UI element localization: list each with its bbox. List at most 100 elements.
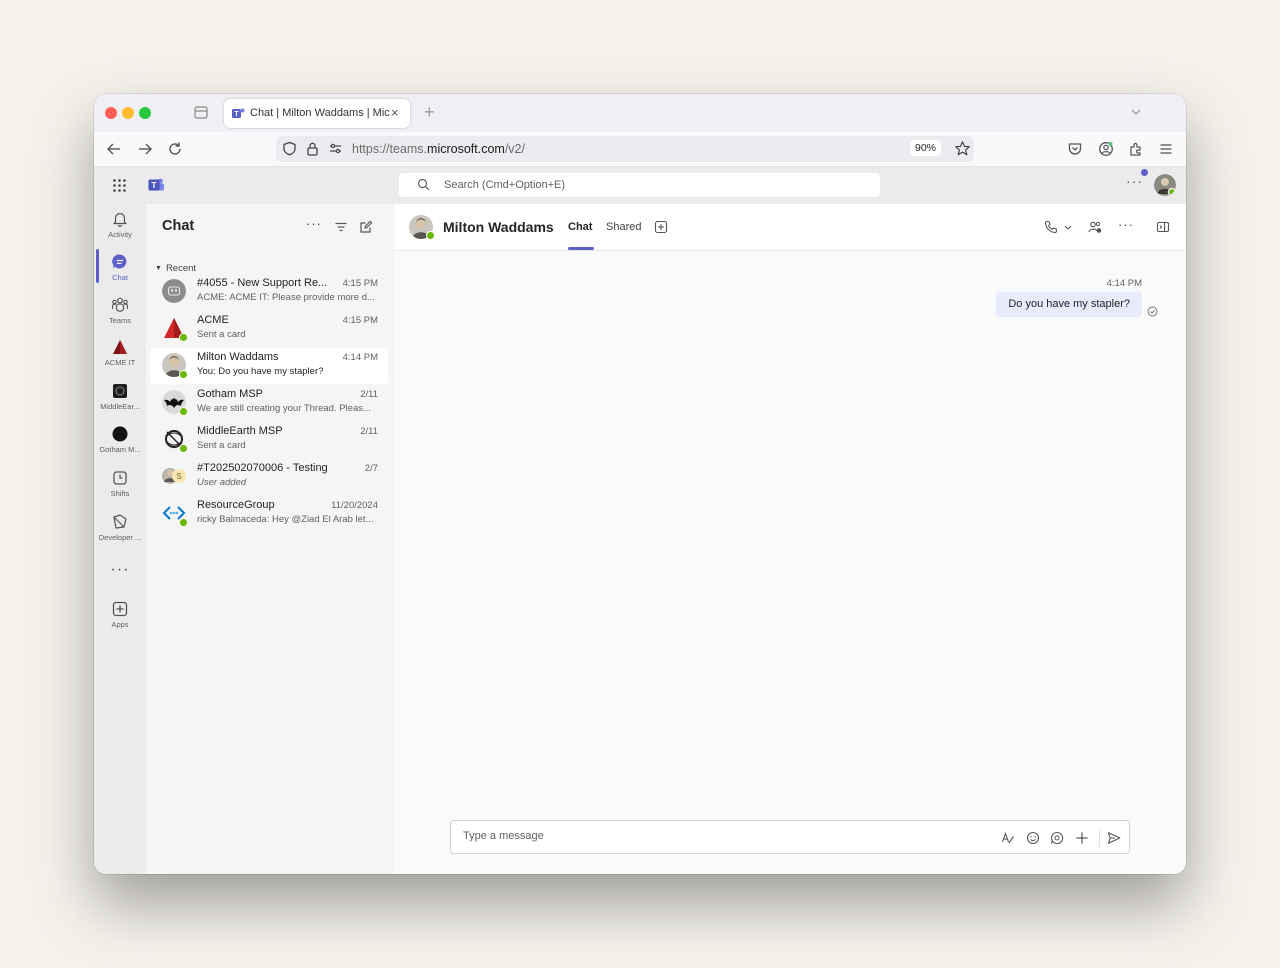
emoji-icon[interactable] — [1026, 831, 1040, 845]
close-window-button[interactable] — [105, 107, 117, 119]
tab-shared[interactable]: Shared — [606, 221, 641, 233]
loop-component-icon[interactable] — [1050, 831, 1064, 845]
chat-name: ACME — [197, 314, 229, 326]
presence-available-icon — [179, 407, 188, 416]
new-chat-icon[interactable] — [359, 220, 373, 234]
chat-icon — [112, 254, 127, 269]
chat-more-options-button[interactable]: ··· — [306, 216, 322, 231]
forward-arrow-icon[interactable] — [137, 141, 153, 157]
send-icon[interactable] — [1107, 831, 1121, 845]
chat-preview: ACME: ACME IT: Please provide more d... — [197, 292, 375, 303]
extensions-icon[interactable] — [1128, 141, 1144, 157]
recent-section-header[interactable]: ▼ Recent — [155, 263, 196, 274]
svg-text:T: T — [234, 111, 239, 118]
active-tab-indicator — [568, 247, 594, 250]
reload-icon[interactable] — [167, 141, 183, 157]
rail-item-shifts[interactable]: Shifts — [94, 469, 146, 498]
chat-list-item[interactable]: ACME 4:15 PM Sent a card — [150, 311, 388, 347]
chat-list-item-selected[interactable]: Milton Waddams 4:14 PM You: Do you have … — [150, 348, 388, 384]
browser-tab-active[interactable]: T Chat | Milton Waddams | Microsoft Team… — [224, 99, 410, 128]
chat-preview: Sent a card — [197, 329, 246, 340]
chat-list-item[interactable]: ResourceGroup 11/20/2024 ricky Balmaceda… — [150, 496, 388, 532]
format-icon[interactable] — [1001, 831, 1015, 845]
teams-icon — [111, 297, 129, 312]
search-box[interactable]: Search (Cmd+Option+E) — [399, 173, 880, 197]
rail-item-apps[interactable]: Apps — [94, 600, 146, 629]
conversation-pane: Milton Waddams Chat Shared ··· 4:14 PM D… — [394, 204, 1186, 874]
rail-item-gotham[interactable]: Gotham M... — [94, 425, 146, 454]
chat-time: 4:14 PM — [342, 352, 378, 363]
filter-icon[interactable] — [334, 220, 348, 234]
chat-name: #4055 - New Support Re... — [197, 277, 328, 289]
developer-icon — [113, 514, 127, 529]
add-tab-icon[interactable] — [654, 220, 668, 234]
zoom-level-badge[interactable]: 90% — [910, 140, 942, 156]
pocket-icon[interactable] — [1067, 141, 1083, 157]
chat-name: #T202502070006 - Testing — [197, 462, 328, 474]
shifts-icon — [113, 471, 127, 485]
rail-item-label: Chat — [112, 273, 128, 282]
hamburger-menu-icon[interactable] — [1158, 141, 1174, 157]
more-apps-button[interactable]: ··· — [94, 561, 146, 579]
message-bubble[interactable]: Do you have my stapler? — [996, 292, 1142, 317]
address-bar[interactable]: https://teams.microsoft.com/v2/ 90% — [276, 136, 974, 162]
chat-name: ResourceGroup — [197, 499, 275, 511]
chat-list-item[interactable]: Gotham MSP 2/11 We are still creating yo… — [150, 385, 388, 421]
recent-label: Recent — [165, 263, 197, 274]
rail-item-label: Activity — [108, 230, 132, 239]
chevron-down-icon[interactable] — [1130, 106, 1142, 118]
plus-icon[interactable] — [1075, 831, 1089, 845]
rail-item-middleearth[interactable]: MiddleEar... — [94, 382, 146, 411]
chevron-down-icon[interactable] — [1063, 220, 1073, 234]
rail-item-teams[interactable]: Teams — [94, 296, 146, 325]
chat-preview: ricky Balmaceda: Hey @Ziad El Arab let..… — [197, 514, 374, 525]
chat-list-item[interactable]: MiddleEarth MSP 2/11 Sent a card — [150, 422, 388, 458]
message-composer[interactable] — [450, 820, 1130, 854]
account-icon[interactable] — [1098, 141, 1114, 157]
tab-chat[interactable]: Chat — [568, 221, 592, 233]
open-side-panel-icon[interactable] — [1156, 220, 1170, 234]
maximize-window-button[interactable] — [139, 107, 151, 119]
close-tab-icon[interactable]: × — [391, 105, 399, 120]
site-permissions-icon[interactable] — [328, 141, 343, 156]
group-photo: S — [162, 468, 186, 484]
bell-icon — [113, 212, 127, 227]
message-input[interactable] — [461, 829, 985, 843]
rail-item-label: Developer ... — [98, 533, 142, 542]
sent-check-icon — [1147, 306, 1158, 317]
navigation-bar: https://teams.microsoft.com/v2/ 90% — [94, 132, 1186, 167]
settings-more-button[interactable]: ··· — [1126, 173, 1143, 189]
chat-time: 4:15 PM — [342, 315, 378, 326]
minimize-window-button[interactable] — [122, 107, 134, 119]
chat-list-item[interactable]: S #T202502070006 - Testing 2/7 User adde… — [150, 459, 388, 495]
chat-name: Gotham MSP — [197, 388, 264, 400]
chat-time: 2/11 — [360, 389, 378, 400]
people-settings-icon[interactable] — [1088, 220, 1102, 234]
shield-icon[interactable] — [282, 141, 297, 156]
rail-item-chat[interactable]: Chat — [94, 253, 146, 282]
chat-name: Milton Waddams — [197, 351, 279, 363]
app-rail: Activity Chat Teams ACME IT MiddleEar...… — [94, 204, 146, 874]
back-arrow-icon[interactable] — [106, 141, 122, 157]
contact-name[interactable]: Milton Waddams — [443, 219, 554, 235]
chat-preview: User added — [197, 477, 247, 488]
bookmark-star-icon[interactable] — [954, 140, 971, 157]
presence-available-icon — [426, 231, 435, 240]
user-avatar[interactable] — [1154, 174, 1176, 196]
tab-list-icon[interactable] — [194, 106, 208, 119]
browser-tab-title: Chat | Milton Waddams | Microsoft Teams — [250, 107, 390, 119]
rail-item-label: ACME IT — [104, 358, 136, 367]
rail-item-acme-it[interactable]: ACME IT — [94, 338, 146, 367]
new-tab-button[interactable]: + — [424, 102, 435, 123]
rail-item-activity[interactable]: Activity — [94, 210, 146, 239]
conversation-more-button[interactable]: ··· — [1118, 217, 1134, 232]
app-launcher-icon[interactable] — [112, 178, 127, 193]
rail-item-developer[interactable]: Developer ... — [94, 513, 146, 542]
phone-icon[interactable] — [1044, 220, 1058, 234]
search-placeholder: Search (Cmd+Option+E) — [444, 179, 566, 191]
browser-window: T Chat | Milton Waddams | Microsoft Team… — [94, 94, 1186, 874]
rail-item-label: Shifts — [110, 489, 130, 498]
url-text[interactable]: https://teams.microsoft.com/v2/ — [352, 142, 525, 156]
chat-list-item[interactable]: #4055 - New Support Re... 4:15 PM ACME: … — [150, 274, 388, 310]
lock-icon[interactable] — [305, 141, 320, 156]
